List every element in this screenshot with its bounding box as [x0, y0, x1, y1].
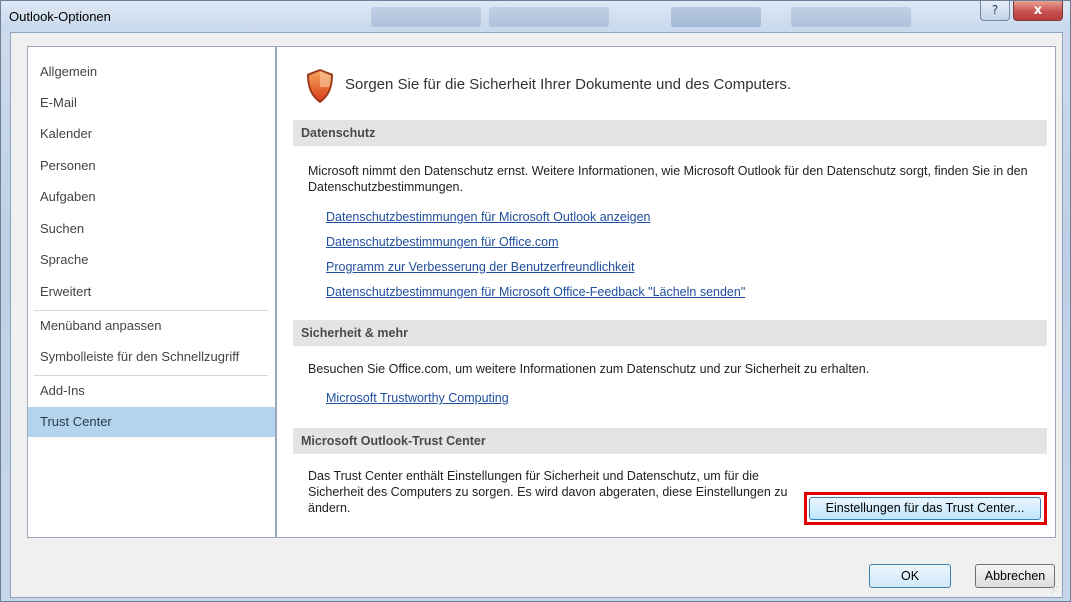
section-header-sicherheit: Sicherheit & mehr — [293, 320, 1047, 346]
datenschutz-description: Microsoft nimmt den Datenschutz ernst. W… — [308, 164, 1028, 194]
sidebar-item-suchen[interactable]: Suchen — [28, 214, 275, 244]
sidebar-item-trust-center[interactable]: Trust Center — [28, 407, 275, 437]
sidebar-item-addins[interactable]: Add-Ins — [28, 376, 275, 406]
shield-icon — [307, 69, 333, 103]
dialog-client-area: Allgemein E-Mail Kalender Personen Aufga… — [10, 32, 1063, 598]
title-bar: Outlook-Optionen ? x — [1, 1, 1070, 31]
sicherheit-description: Besuchen Sie Office.com, um weitere Info… — [308, 362, 870, 376]
link-office-privacy[interactable]: Datenschutzbestimmungen für Office.com — [326, 235, 559, 249]
sidebar-item-menueband[interactable]: Menüband anpassen — [28, 311, 275, 341]
trust-center-description: Das Trust Center enthält Einstellungen f… — [308, 469, 788, 515]
section-header-trust-center: Microsoft Outlook-Trust Center — [293, 428, 1047, 454]
sidebar-item-aufgaben[interactable]: Aufgaben — [28, 182, 275, 212]
sidebar-item-erweitert[interactable]: Erweitert — [28, 277, 275, 307]
link-outlook-privacy[interactable]: Datenschutzbestimmungen für Microsoft Ou… — [326, 210, 650, 224]
resize-grip-icon[interactable]: ⋰ — [1050, 585, 1060, 595]
options-sidebar: Allgemein E-Mail Kalender Personen Aufga… — [27, 46, 276, 538]
sidebar-item-kalender[interactable]: Kalender — [28, 119, 275, 149]
background-taskbar-blur — [371, 7, 911, 27]
section-header-datenschutz: Datenschutz — [293, 120, 1047, 146]
link-feedback-privacy[interactable]: Datenschutzbestimmungen für Microsoft Of… — [326, 285, 745, 299]
page-headline: Sorgen Sie für die Sicherheit Ihrer Doku… — [345, 76, 792, 93]
sidebar-item-personen[interactable]: Personen — [28, 151, 275, 181]
help-button[interactable]: ? — [980, 1, 1010, 21]
close-button[interactable]: x — [1013, 1, 1063, 21]
sidebar-item-schnellzugriff[interactable]: Symbolleiste für den Schnellzugriff — [28, 342, 275, 372]
window-title: Outlook-Optionen — [9, 9, 111, 24]
trust-center-settings-button[interactable]: Einstellungen für das Trust Center... — [809, 497, 1041, 520]
link-ceip[interactable]: Programm zur Verbesserung der Benutzerfr… — [326, 260, 634, 274]
sidebar-item-email[interactable]: E-Mail — [28, 88, 275, 118]
sidebar-item-sprache[interactable]: Sprache — [28, 245, 275, 275]
ok-button[interactable]: OK — [869, 564, 951, 588]
link-trustworthy-computing[interactable]: Microsoft Trustworthy Computing — [326, 391, 509, 405]
cancel-button[interactable]: Abbrechen — [975, 564, 1055, 588]
options-window: Outlook-Optionen ? x Allgemein E-Mail Ka… — [0, 0, 1071, 602]
trust-center-panel: Sorgen Sie für die Sicherheit Ihrer Doku… — [276, 46, 1056, 538]
sidebar-item-allgemein[interactable]: Allgemein — [28, 57, 275, 87]
